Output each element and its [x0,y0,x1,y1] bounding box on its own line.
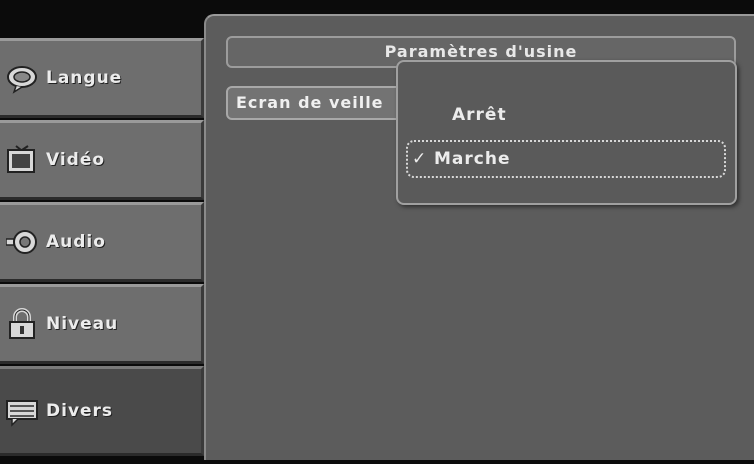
sidebar-item-video[interactable]: Vidéo [0,120,204,200]
display-icon [6,400,38,427]
tv-icon [7,145,35,173]
sidebar-item-label: Audio [46,232,106,252]
option-marche[interactable]: ✓ Marche [406,140,726,178]
option-arret[interactable]: Arrêt [406,98,726,136]
checkmark-icon: ✓ [412,149,428,169]
sidebar-item-label: Niveau [46,314,119,334]
screensaver-label: Ecran de veille [236,93,384,112]
speech-bubble-icon [7,66,37,94]
factory-settings-label: Paramètres d'usine [384,42,578,61]
sidebar-item-label: Vidéo [46,150,106,170]
sidebar-item-label: Divers [46,401,114,421]
option-label: Marche [434,149,511,169]
padlock-icon [9,308,35,339]
sidebar: Langue Vidéo Audio Niveau Divers [0,30,208,460]
option-label: Arrêt [452,105,507,125]
dvd-setup-menu: Langue Vidéo Audio Niveau Divers Paramèt… [0,0,754,464]
sidebar-item-niveau[interactable]: Niveau [0,284,204,364]
speaker-icon [6,230,37,254]
sidebar-item-label: Langue [46,68,123,88]
screensaver-options-popup: Arrêt ✓ Marche [396,60,737,205]
sidebar-item-divers[interactable]: Divers [0,366,204,456]
sidebar-item-audio[interactable]: Audio [0,202,204,282]
sidebar-item-langue[interactable]: Langue [0,38,204,118]
